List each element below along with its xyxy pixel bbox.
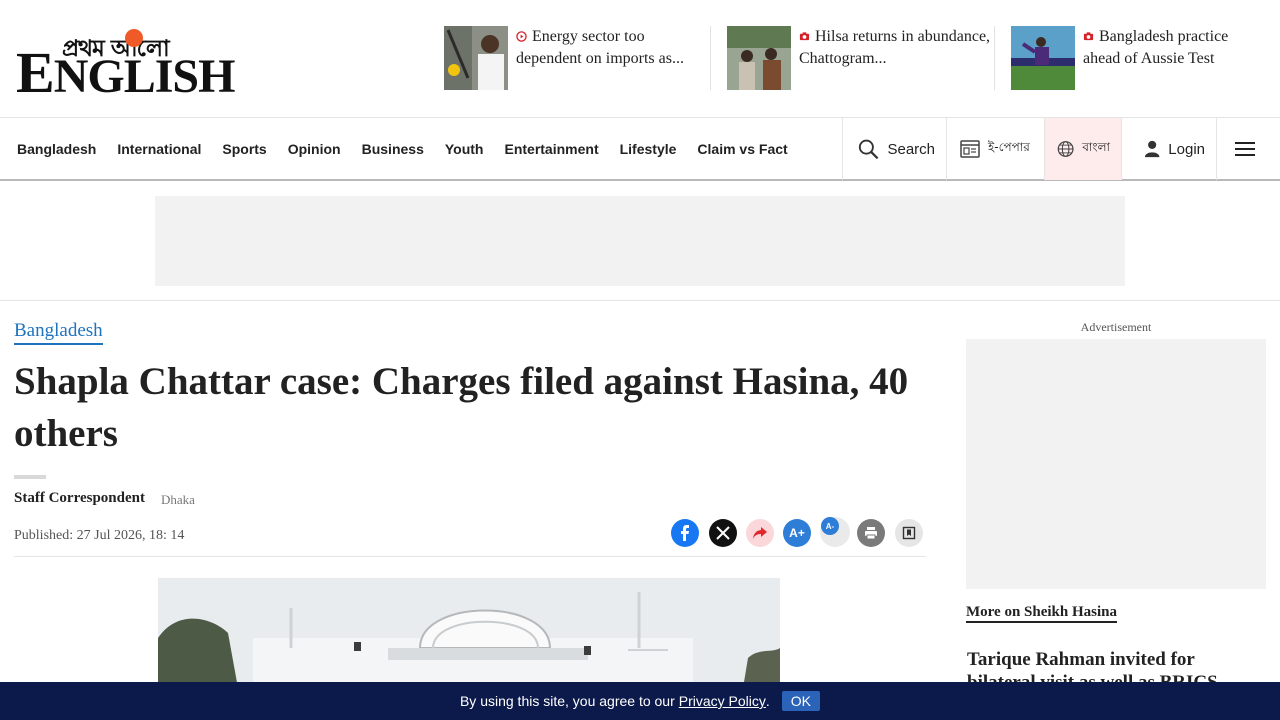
font-decrease-button[interactable]: A- [820,517,850,547]
teaser-thumbnail [727,26,791,90]
search-label: Search [887,140,935,158]
sidebar-ad[interactable] [966,339,1266,589]
nav-menu: Bangladesh International Sports Opinion … [17,118,809,180]
teaser-title: Hilsa returns in abundance, Chattogram..… [799,28,991,67]
bookmark-icon [902,526,916,540]
nav-item-international[interactable]: International [117,141,201,157]
teaser-divider [710,26,711,90]
print-button[interactable] [857,519,885,547]
hamburger-menu-icon [1234,142,1255,156]
more-on-topic-link[interactable]: More on Sheikh Hasina [966,603,1118,623]
facebook-icon [681,525,689,541]
font-decrease-label: A- [825,521,835,531]
bookmark-button[interactable] [895,519,923,547]
teaser-story[interactable]: Bangladesh practice ahead of Aussie Test [1011,26,1253,90]
user-icon [1144,140,1160,158]
nav-item-lifestyle[interactable]: Lifestyle [620,141,677,157]
camera-icon [799,32,810,41]
nav-item-business[interactable]: Business [362,141,424,157]
privacy-policy-link[interactable]: Privacy Policy [679,693,766,709]
teaser-story[interactable]: Energy sector too dependent on imports a… [444,26,708,90]
camera-icon [1083,32,1094,41]
share-arrow-icon [753,527,767,539]
bangla-language-button[interactable]: বাংলা [1044,118,1121,180]
globe-icon [1057,141,1074,157]
x-icon [716,526,730,540]
article-category-link[interactable]: Bangladesh [14,320,103,345]
font-increase-button[interactable]: A+ [783,519,811,547]
article-author[interactable]: Staff Correspondent [14,490,145,507]
top-ad-banner[interactable] [155,196,1125,286]
article-headline: Shapla Chattar case: Charges filed again… [14,360,909,455]
teaser-thumbnail [1011,26,1075,90]
share-button[interactable] [746,519,774,547]
article-location: Dhaka [161,492,195,507]
main-navbar: Bangladesh International Sports Opinion … [0,117,1280,181]
section-divider [0,300,1280,301]
epaper-label: ই-পেপার [988,140,1030,154]
menu-button[interactable] [1216,118,1280,180]
nav-tools: Search ই-পেপার বাংলা Login [842,118,1280,180]
search-button[interactable]: Search [842,118,946,180]
teaser-title: Bangladesh practice ahead of Aussie Test [1083,28,1229,67]
site-logo[interactable]: প্রথম আলো ENGLISH [16,22,235,102]
byline-accent-bar [14,475,46,479]
teaser-title: Energy sector too dependent on imports a… [516,28,684,67]
video-play-icon [516,31,527,42]
top-header: প্রথম আলো ENGLISH Energy sector too depe… [0,0,1280,117]
meta-divider [14,556,926,557]
nav-item-youth[interactable]: Youth [445,141,484,157]
cookie-text: By using this site, you agree to our [459,693,675,709]
cookie-ok-button[interactable]: OK [781,691,821,711]
login-button[interactable]: Login [1121,118,1216,180]
bangla-label: বাংলা [1082,140,1110,154]
font-increase-label: A+ [789,526,805,540]
epaper-button[interactable]: ই-পেপার [946,118,1044,180]
newspaper-icon [960,140,980,158]
article-hero-image [158,578,780,688]
published-timestamp: Published: 27 Jul 2026, 18: 14 [14,528,185,543]
nav-item-bangladesh[interactable]: Bangladesh [17,141,96,157]
x-share-button[interactable] [709,519,737,547]
nav-item-sports[interactable]: Sports [222,141,266,157]
facebook-share-button[interactable] [671,519,699,547]
advertisement-label: Advertisement [1080,320,1152,334]
nav-item-claim-vs-fact[interactable]: Claim vs Fact [697,141,787,157]
nav-item-opinion[interactable]: Opinion [288,141,341,157]
teaser-thumbnail [444,26,508,90]
login-label: Login [1168,140,1205,158]
nav-item-entertainment[interactable]: Entertainment [504,141,598,157]
cookie-consent-bar: By using this site, you agree to our Pri… [0,682,1280,720]
print-icon [865,527,877,540]
search-icon [858,139,879,160]
teaser-story[interactable]: Hilsa returns in abundance, Chattogram..… [727,26,991,90]
logo-english-text: ENGLISH [16,40,235,105]
teaser-divider [994,26,995,90]
cookie-period: . [765,693,770,709]
